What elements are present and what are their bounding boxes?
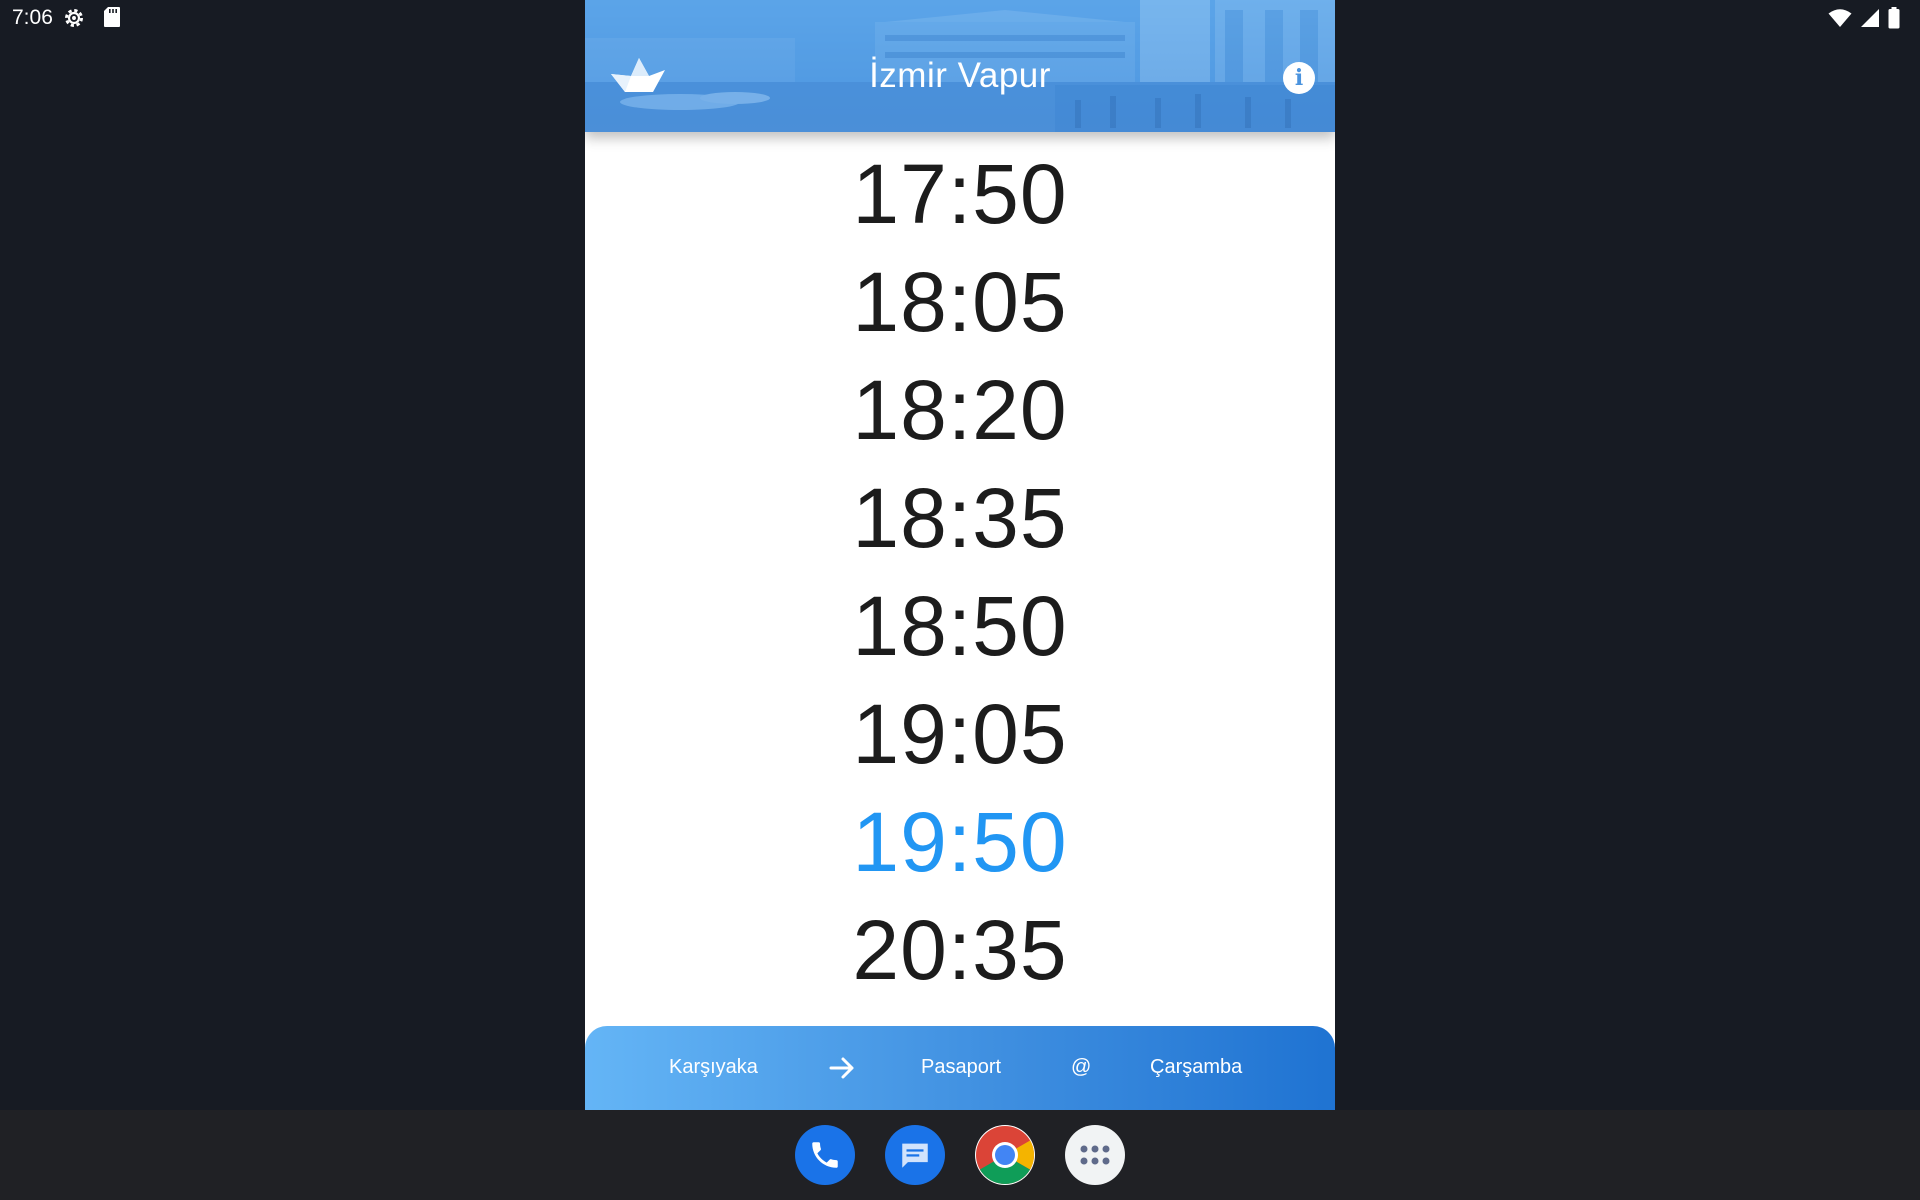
app-window: İzmir Vapur i 17:50 18:05 18:20 18:35 18:50 1… [585,0,1335,1110]
phone-app-icon[interactable] [795,1125,855,1185]
info-icon[interactable]: i [1283,62,1315,94]
status-system-icons [1828,7,1900,29]
taskbar [0,1110,1920,1200]
arrival-pier[interactable]: Pasaport [921,1056,1001,1079]
app-drawer-icon[interactable] [1065,1125,1125,1185]
battery-icon [1888,7,1900,29]
wifi-icon [1828,9,1852,27]
status-time: 7:06 [12,6,53,29]
departure-time: 18:50 [852,578,1068,673]
departure-time: 18:05 [852,254,1068,349]
at-symbol: @ [1071,1056,1092,1078]
departure-time: 18:35 [852,470,1068,565]
next-departure-time: 19:50 [852,794,1068,889]
chrome-app-icon[interactable] [975,1125,1035,1185]
departure-pier[interactable]: Karşıyaka [669,1056,758,1079]
arrow-right-icon[interactable] [828,1054,856,1082]
route-selector-bar[interactable]: Karşıyaka Pasaport @ Çarşamba [585,1026,1335,1110]
selected-day[interactable]: Çarşamba [1150,1056,1242,1079]
settings-gear-icon [65,9,83,27]
cell-signal-icon [1861,9,1879,27]
departure-time-list[interactable]: 17:50 18:05 18:20 18:35 18:50 19:05 19:50 20:35 [585,140,1335,1020]
app-title: İzmir Vapur [869,56,1051,95]
departure-time: 20:35 [852,902,1068,997]
departure-time: 17:50 [852,146,1068,241]
departure-time: 18:20 [852,362,1068,457]
departure-time: 19:05 [852,686,1068,781]
messages-app-icon[interactable] [885,1125,945,1185]
app-header: İzmir Vapur i [585,0,1335,132]
sd-card-icon [104,7,120,27]
